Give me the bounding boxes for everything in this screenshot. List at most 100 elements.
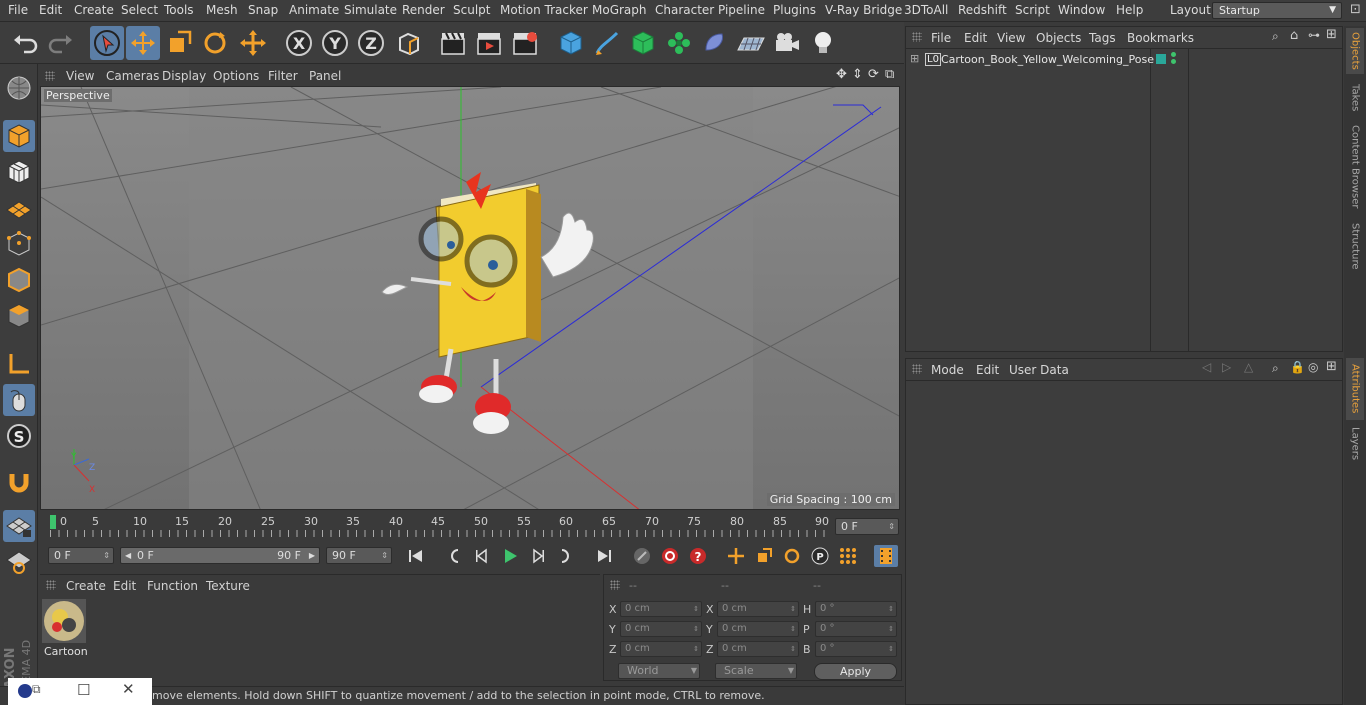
vp-menu-cameras[interactable]: Cameras bbox=[106, 69, 159, 83]
attr-menu-mode[interactable]: Mode bbox=[931, 363, 964, 377]
go-to-end-button[interactable] bbox=[592, 545, 616, 567]
tab-layers[interactable]: Layers bbox=[1346, 424, 1364, 464]
menu-redshift[interactable]: Redshift bbox=[958, 3, 1007, 17]
menu-edit[interactable]: Edit bbox=[39, 3, 62, 17]
start-frame-field[interactable]: 0 F ⇕ bbox=[48, 547, 114, 564]
vp-menu-options[interactable]: Options bbox=[213, 69, 259, 83]
render-active-button[interactable] bbox=[472, 26, 506, 60]
search-icon[interactable]: ⌕ bbox=[1272, 361, 1279, 376]
menu-create[interactable]: Create bbox=[74, 3, 114, 17]
mat-menu-texture[interactable]: Texture bbox=[206, 579, 250, 593]
model-mode-button[interactable] bbox=[3, 120, 35, 152]
forward-arrow-icon[interactable]: ▷ bbox=[1222, 360, 1231, 374]
target-icon[interactable]: ◎ bbox=[1308, 360, 1318, 374]
menu-character[interactable]: Character bbox=[655, 3, 714, 17]
render-view-button[interactable] bbox=[436, 26, 470, 60]
close-icon[interactable]: ✕ bbox=[122, 680, 135, 698]
render-settings-button[interactable] bbox=[508, 26, 542, 60]
autokey-button[interactable]: ? bbox=[686, 545, 710, 567]
layer-color-icon[interactable] bbox=[1156, 54, 1166, 64]
current-frame-field[interactable]: 0 F ⇕ bbox=[835, 518, 899, 535]
texture-mode-button[interactable] bbox=[3, 156, 35, 188]
move-button[interactable] bbox=[126, 26, 160, 60]
size-z-field[interactable]: 0 cm ⇕ bbox=[717, 641, 799, 657]
up-arrow-icon[interactable]: △ bbox=[1244, 360, 1253, 374]
go-to-start-button[interactable] bbox=[404, 545, 428, 567]
restore-icon[interactable]: ⧉ bbox=[32, 682, 41, 697]
polygons-mode-button[interactable] bbox=[3, 300, 35, 332]
vp-menu-filter[interactable]: Filter bbox=[268, 69, 298, 83]
edges-mode-button[interactable] bbox=[3, 264, 35, 296]
menu-snap[interactable]: Snap bbox=[248, 3, 278, 17]
workplane-button[interactable] bbox=[3, 192, 35, 224]
panel-grip-icon[interactable] bbox=[45, 71, 55, 81]
cube-button[interactable] bbox=[554, 26, 588, 60]
menu-animate[interactable]: Animate bbox=[289, 3, 339, 17]
key-position-button[interactable] bbox=[724, 545, 748, 567]
mat-menu-create[interactable]: Create bbox=[66, 579, 106, 593]
panel-grip-icon[interactable] bbox=[46, 580, 56, 590]
points-mode-button[interactable] bbox=[3, 228, 35, 260]
menu-window[interactable]: Window bbox=[1058, 3, 1105, 17]
vp-menu-panel[interactable]: Panel bbox=[309, 69, 341, 83]
size-y-field[interactable]: 0 cm ⇕ bbox=[717, 621, 799, 637]
expand-plus-icon[interactable]: ⊞ bbox=[910, 52, 919, 65]
subdivision-button[interactable] bbox=[626, 26, 660, 60]
vp-move-icon[interactable]: ✥ bbox=[836, 67, 847, 82]
record-button[interactable] bbox=[658, 545, 682, 567]
menu-help[interactable]: Help bbox=[1116, 3, 1143, 17]
play-button[interactable] bbox=[498, 545, 522, 567]
home-icon[interactable]: ⌂ bbox=[1290, 28, 1298, 43]
mat-menu-edit[interactable]: Edit bbox=[113, 579, 136, 593]
live-selection-button[interactable] bbox=[90, 26, 124, 60]
next-key-button[interactable] bbox=[554, 545, 578, 567]
mograph-cloner-button[interactable] bbox=[662, 26, 696, 60]
position-x-field[interactable]: 0 cm ⇕ bbox=[620, 601, 702, 617]
obj-menu-tags[interactable]: Tags bbox=[1089, 31, 1116, 45]
maximize-icon[interactable]: ☐ bbox=[77, 681, 90, 699]
playhead[interactable] bbox=[50, 515, 56, 529]
panel-grip-icon[interactable] bbox=[912, 32, 922, 42]
rotation-h-field[interactable]: 0 ° ⇕ bbox=[815, 601, 897, 617]
panel-grip-icon[interactable] bbox=[912, 364, 922, 374]
coord-system-select[interactable]: World ▼ bbox=[618, 663, 700, 679]
attr-menu-user-data[interactable]: User Data bbox=[1009, 363, 1069, 377]
menu-tools[interactable]: Tools bbox=[164, 3, 194, 17]
attr-menu-edit[interactable]: Edit bbox=[976, 363, 999, 377]
new-panel-icon[interactable]: ⊞ bbox=[1326, 27, 1337, 42]
obj-menu-objects[interactable]: Objects bbox=[1036, 31, 1081, 45]
menu-motion-tracker[interactable]: Motion Tracker bbox=[500, 3, 588, 17]
menu-mesh[interactable]: Mesh bbox=[206, 3, 238, 17]
size-x-field[interactable]: 0 cm ⇕ bbox=[717, 601, 799, 617]
key-scale-button[interactable] bbox=[752, 545, 776, 567]
tab-objects[interactable]: Objects bbox=[1346, 28, 1364, 74]
range-slider[interactable]: ◀ 0 F 90 F ▶ bbox=[120, 547, 320, 564]
key-rotation-button[interactable] bbox=[780, 545, 804, 567]
key-pla-button[interactable] bbox=[836, 545, 860, 567]
size-mode-select[interactable]: Scale ▼ bbox=[715, 663, 797, 679]
search-icon[interactable]: ⌕ bbox=[1272, 29, 1279, 44]
end-frame-field[interactable]: 90 F ⇕ bbox=[326, 547, 392, 564]
y-axis-button[interactable]: Y bbox=[318, 26, 352, 60]
tweak-mode-button[interactable] bbox=[3, 384, 35, 416]
menu-render[interactable]: Render bbox=[402, 3, 445, 17]
timeline-ruler[interactable]: 0 5 10 15 20 25 30 35 40 45 50 55 60 65 … bbox=[40, 512, 902, 540]
position-z-field[interactable]: 0 cm ⇕ bbox=[620, 641, 702, 657]
coordinate-system-button[interactable] bbox=[392, 26, 426, 60]
scale-button[interactable] bbox=[162, 26, 196, 60]
menu-script[interactable]: Script bbox=[1015, 3, 1050, 17]
vp-maximize-icon[interactable]: ⧉ bbox=[885, 67, 894, 82]
undo-button[interactable] bbox=[8, 26, 42, 60]
lock-icon[interactable]: 🔒 bbox=[1290, 360, 1305, 374]
obj-menu-view[interactable]: View bbox=[997, 31, 1025, 45]
pen-button[interactable] bbox=[590, 26, 624, 60]
vp-zoom-icon[interactable]: ⇕ bbox=[852, 67, 863, 82]
motion-record-button[interactable] bbox=[630, 545, 654, 567]
position-y-field[interactable]: 0 cm ⇕ bbox=[620, 621, 702, 637]
make-editable-button[interactable] bbox=[3, 72, 35, 104]
obj-menu-edit[interactable]: Edit bbox=[964, 31, 987, 45]
rotation-b-field[interactable]: 0 ° ⇕ bbox=[815, 641, 897, 657]
vp-menu-display[interactable]: Display bbox=[162, 69, 206, 83]
rotate-button[interactable] bbox=[198, 26, 232, 60]
redo-button[interactable] bbox=[44, 26, 78, 60]
